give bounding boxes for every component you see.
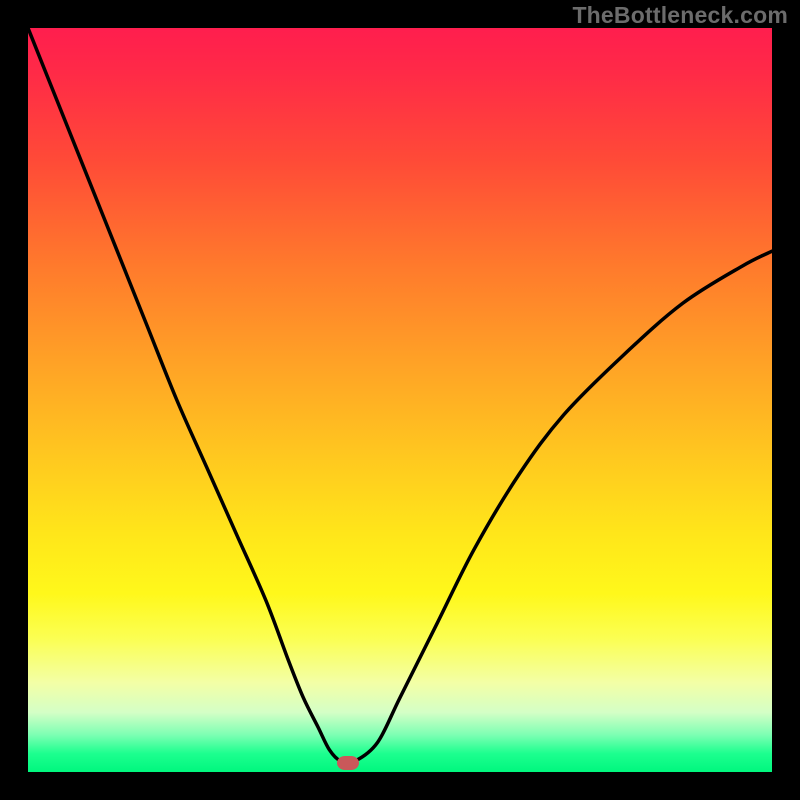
curve-svg: [28, 28, 772, 772]
chart-frame: TheBottleneck.com: [0, 0, 800, 800]
plot-area: [28, 28, 772, 772]
bottleneck-curve: [28, 28, 772, 763]
watermark-text: TheBottleneck.com: [572, 2, 788, 29]
optimal-point-marker: [337, 756, 359, 770]
